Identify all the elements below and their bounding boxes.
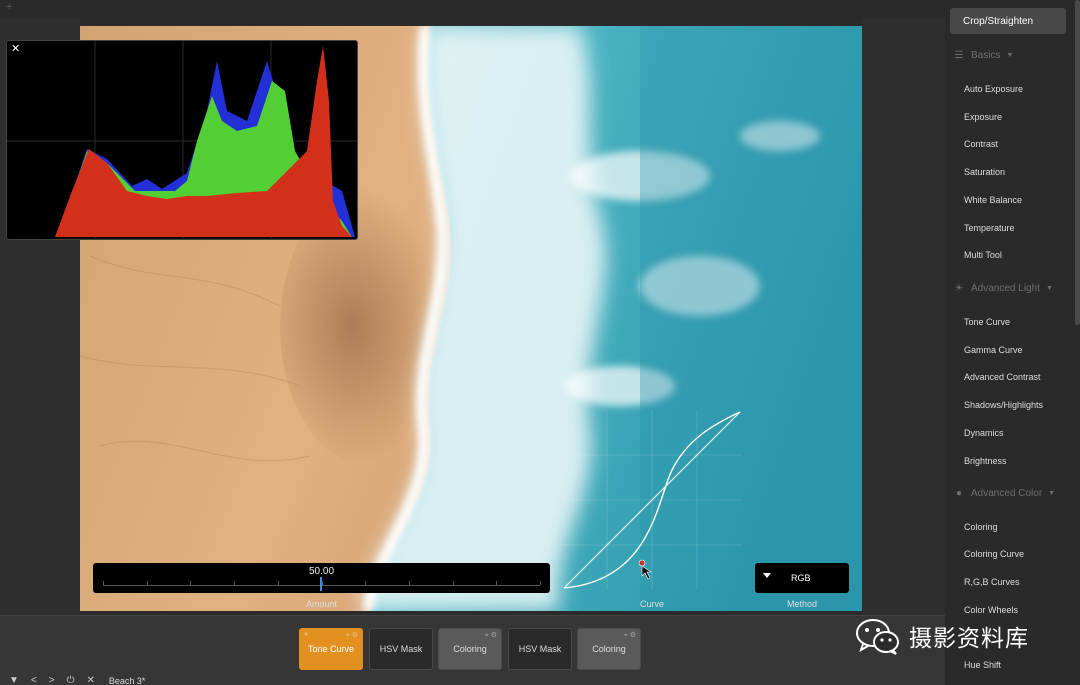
- curve-editor[interactable]: [562, 410, 742, 590]
- section-advanced-light[interactable]: ☀ Advanced Light ▼: [953, 283, 1053, 294]
- node-options-icon[interactable]: ⌖ ⚙: [346, 631, 358, 640]
- tool-exposure[interactable]: Exposure: [949, 105, 1067, 129]
- collapse-icon[interactable]: ▼: [9, 675, 19, 685]
- tool-coloring[interactable]: Coloring: [949, 515, 1067, 539]
- palette-icon: ●: [955, 488, 963, 499]
- prev-icon[interactable]: <: [31, 675, 37, 685]
- tool-coloring-curve[interactable]: Coloring Curve: [949, 542, 1067, 566]
- section-advanced-color[interactable]: ● Advanced Color ▼: [953, 488, 1055, 499]
- add-tab-icon[interactable]: +: [6, 1, 12, 13]
- section-title: Basics: [971, 50, 1001, 61]
- node-options-icon[interactable]: ⌖ ⚙: [485, 631, 497, 640]
- close-icon[interactable]: ✕: [11, 42, 20, 55]
- watermark-text: 摄影资料库: [909, 626, 1029, 652]
- sliders-icon: ☰: [954, 50, 964, 61]
- node-label: Coloring: [453, 644, 487, 654]
- section-title: Advanced Color: [971, 488, 1043, 499]
- chevron-down-icon: ▼: [1045, 285, 1053, 292]
- tool-temperature[interactable]: Temperature: [949, 216, 1067, 240]
- chevron-down-icon: [763, 573, 771, 578]
- node-pipeline-bar: ● ⌖ ⚙ Tone Curve HSV Mask ⌖ ⚙ Coloring H…: [0, 615, 945, 685]
- sidebar-scrollbar[interactable]: [1075, 0, 1080, 325]
- tool-tone-curve[interactable]: Tone Curve: [949, 310, 1067, 334]
- node-options-icon[interactable]: ⌖ ⚙: [624, 631, 636, 640]
- tool-contrast[interactable]: Contrast: [949, 132, 1067, 156]
- slider-thumb[interactable]: [320, 577, 322, 591]
- sun-icon: ☀: [954, 283, 964, 294]
- node-label: Tone Curve: [307, 644, 355, 654]
- power-icon[interactable]: ⏻: [67, 675, 75, 685]
- tool-gamma-curve[interactable]: Gamma Curve: [949, 338, 1067, 362]
- amount-slider[interactable]: 50.00: [93, 563, 550, 593]
- tool-white-balance[interactable]: White Balance: [949, 188, 1067, 212]
- tool-advanced-contrast[interactable]: Advanced Contrast: [949, 365, 1067, 389]
- curve-label: Curve: [639, 599, 664, 609]
- next-icon[interactable]: >: [49, 675, 55, 685]
- viewer-margin-right: [862, 18, 945, 615]
- chevron-down-icon: ▼: [1048, 490, 1056, 497]
- tools-sidebar: Crop/Straighten ☰ Basics ▼ Auto Exposure…: [945, 0, 1080, 685]
- node-label: HSV Mask: [518, 644, 562, 654]
- amount-label: Amount: [305, 599, 338, 609]
- tool-hue-shift[interactable]: Hue Shift: [949, 653, 1067, 677]
- chevron-down-icon: ▼: [1006, 52, 1014, 59]
- node-coloring-2[interactable]: ⌖ ⚙ Coloring: [577, 628, 641, 670]
- bottom-toolbar: ▼ < > ⏻ ✕ Beach 3*: [9, 675, 145, 685]
- tool-shadows-highlights[interactable]: Shadows/Highlights: [949, 393, 1067, 417]
- watermark: 摄影资料库: [855, 617, 1029, 655]
- cursor-icon: [641, 565, 652, 580]
- tool-rgb-curves[interactable]: R,G,B Curves: [949, 570, 1067, 594]
- crop-straighten-button[interactable]: Crop/Straighten: [950, 8, 1066, 34]
- method-dropdown[interactable]: RGB: [755, 563, 849, 593]
- tool-brightness[interactable]: Brightness: [949, 449, 1067, 473]
- method-value: RGB: [791, 573, 811, 583]
- node-tone-curve[interactable]: ● ⌖ ⚙ Tone Curve: [299, 628, 363, 670]
- node-label: Coloring: [592, 644, 626, 654]
- title-bar: +: [0, 0, 945, 18]
- amount-value: 50.00: [308, 566, 335, 577]
- tool-multi-tool[interactable]: Multi Tool: [949, 243, 1067, 267]
- tool-dynamics[interactable]: Dynamics: [949, 421, 1067, 445]
- pin-icon: ●: [304, 631, 309, 638]
- node-label: HSV Mask: [379, 644, 423, 654]
- tool-saturation[interactable]: Saturation: [949, 160, 1067, 184]
- node-hsv-mask-1[interactable]: HSV Mask: [369, 628, 433, 670]
- curve-point: [638, 559, 646, 567]
- node-coloring-1[interactable]: ⌖ ⚙ Coloring: [438, 628, 502, 670]
- section-title: Advanced Light: [971, 283, 1040, 294]
- wechat-logo-icon: [856, 619, 899, 655]
- close-file-icon[interactable]: ✕: [87, 675, 95, 685]
- histogram-panel: ✕: [6, 40, 358, 240]
- file-name: Beach 3*: [108, 675, 146, 685]
- section-basics[interactable]: ☰ Basics ▼: [953, 50, 1014, 61]
- histogram-graph: [7, 41, 357, 239]
- tool-auto-exposure[interactable]: Auto Exposure: [949, 77, 1067, 101]
- node-hsv-mask-2[interactable]: HSV Mask: [508, 628, 572, 670]
- method-label: Method: [786, 599, 818, 609]
